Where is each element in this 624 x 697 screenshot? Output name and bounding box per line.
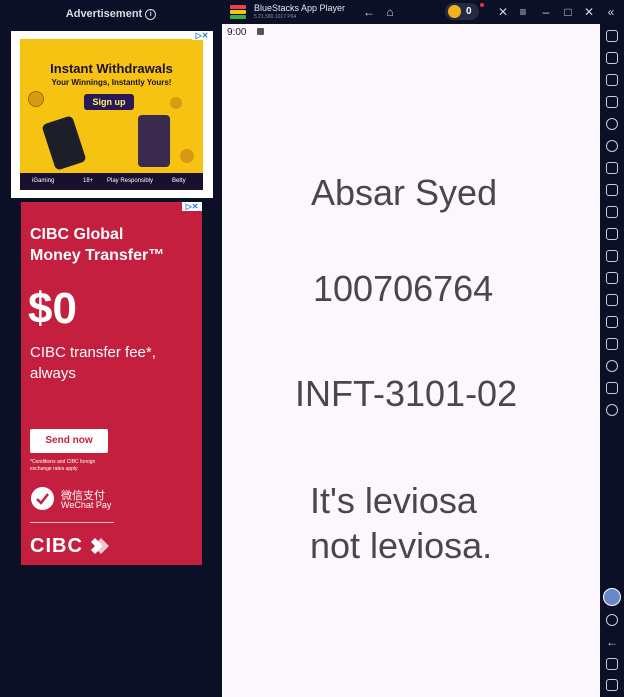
home-icon[interactable]: ⌂ <box>384 6 396 18</box>
collapse-sidebar-icon[interactable]: « <box>605 6 617 18</box>
notification-dot <box>480 3 484 7</box>
emulator-sidebar: ← <box>600 24 624 697</box>
phone-illustration <box>41 115 87 171</box>
back-arrow-icon[interactable]: ← <box>363 6 375 18</box>
hourglass-illustration <box>138 115 170 167</box>
ad-subtitle: Your Winnings, Instantly Yours! <box>51 78 172 87</box>
android-back-icon[interactable]: ← <box>606 636 618 648</box>
media-icon[interactable] <box>606 74 618 86</box>
bell-off-icon[interactable]: ✕ <box>497 6 509 18</box>
coin-icon <box>170 97 182 109</box>
send-now-button[interactable]: Send now <box>30 429 108 453</box>
cibc-ad-banner[interactable]: ▷✕ CIBC Global Money Transfer™ $0 CIBC t… <box>21 202 202 565</box>
recent-apps-icon[interactable] <box>606 679 618 691</box>
settings-icon[interactable] <box>606 614 618 626</box>
emulator-titlebar: BlueStacks App Player 5.21.580.1017 P64 … <box>222 0 624 24</box>
menu-icon[interactable]: ≡ <box>517 6 529 18</box>
eco-mode-icon[interactable] <box>606 338 618 350</box>
casino-ad-banner[interactable]: Instant Withdrawals Your Winnings, Insta… <box>11 31 213 198</box>
layers-icon[interactable] <box>606 382 618 394</box>
ad-subtitle: CIBC transfer fee*, always <box>30 344 156 382</box>
airplane-icon[interactable] <box>606 294 618 306</box>
status-time: 9:00 <box>227 27 247 38</box>
keyboard-icon[interactable] <box>606 96 618 108</box>
coin-icon <box>448 5 461 18</box>
copy-icon[interactable] <box>606 316 618 328</box>
macro-icon[interactable] <box>606 140 618 152</box>
record-icon[interactable] <box>606 118 618 130</box>
ad-signup-button[interactable]: Sign up <box>84 94 134 110</box>
age-badge: 18+ <box>83 178 94 184</box>
ad-amount: $0 <box>28 284 77 333</box>
betty-logo: Betty <box>172 178 186 184</box>
maximize-icon[interactable]: □ <box>562 6 574 18</box>
ad-title: CIBC Global Money Transfer™ <box>30 226 165 264</box>
location-icon[interactable] <box>606 360 618 372</box>
cibc-logo-icon <box>91 538 109 554</box>
minimize-icon[interactable]: – <box>540 6 552 18</box>
advertisement-pane: Advertisement i Instant Withdrawals Your … <box>0 0 222 697</box>
cibc-logo-text: CIBC <box>30 535 83 557</box>
screenshot-icon[interactable] <box>606 206 618 218</box>
advertisement-label: Advertisement <box>65 8 143 20</box>
coin-count: 0 <box>466 6 472 17</box>
close-icon[interactable]: ✕ <box>583 6 595 18</box>
status-notification-icon <box>257 28 264 35</box>
multi-instance-icon[interactable] <box>606 250 618 262</box>
coins-pill[interactable]: 0 <box>445 3 479 20</box>
divider <box>30 522 114 523</box>
responsible-note: Play Responsibly <box>107 178 154 184</box>
android-home-icon[interactable] <box>606 658 618 670</box>
coin-icon <box>180 149 194 163</box>
app-title: BlueStacks App Player <box>254 3 346 13</box>
apk-icon[interactable] <box>606 184 618 196</box>
sync-icon[interactable] <box>606 404 618 416</box>
bluestacks-logo-icon <box>230 5 246 19</box>
wechat-pay-label: WeChat Pay <box>61 500 112 510</box>
name-text: Absar Syed <box>311 172 498 213</box>
gamepad-icon[interactable] <box>606 162 618 174</box>
android-screen[interactable]: 9:00 Absar Syed 100706764 INFT-3101-02 I… <box>222 24 600 697</box>
advertisement-header: Advertisement i <box>0 8 222 20</box>
app-version: 5.21.580.1017 P64 <box>254 14 297 20</box>
info-icon[interactable]: i <box>145 9 157 20</box>
course-code-text: INFT-3101-02 <box>295 373 518 414</box>
ad-footnote: *Conditions and CIBC foreign exchange ra… <box>30 459 96 472</box>
student-id-text: 100706764 <box>313 268 494 309</box>
volume-icon[interactable] <box>606 52 618 64</box>
screen-record-icon[interactable] <box>606 228 618 240</box>
ad-title: Instant Withdrawals <box>50 61 173 76</box>
adchoices-icon[interactable]: ▷✕ <box>192 31 212 40</box>
quote-text: It's leviosa not leviosa. <box>310 480 493 566</box>
fullscreen-icon[interactable] <box>606 30 618 42</box>
adchoices-icon[interactable]: ▷✕ <box>182 202 202 211</box>
ad-footer: iGaming 18+ Play Responsibly Betty <box>20 173 203 190</box>
casino-ad-creative[interactable]: Instant Withdrawals Your Winnings, Insta… <box>20 39 203 190</box>
wechat-pay-icon <box>31 487 54 510</box>
footer-brand: iGaming <box>32 178 55 184</box>
coin-icon <box>28 91 44 107</box>
folder-icon[interactable] <box>606 272 618 284</box>
avatar[interactable] <box>603 588 621 606</box>
